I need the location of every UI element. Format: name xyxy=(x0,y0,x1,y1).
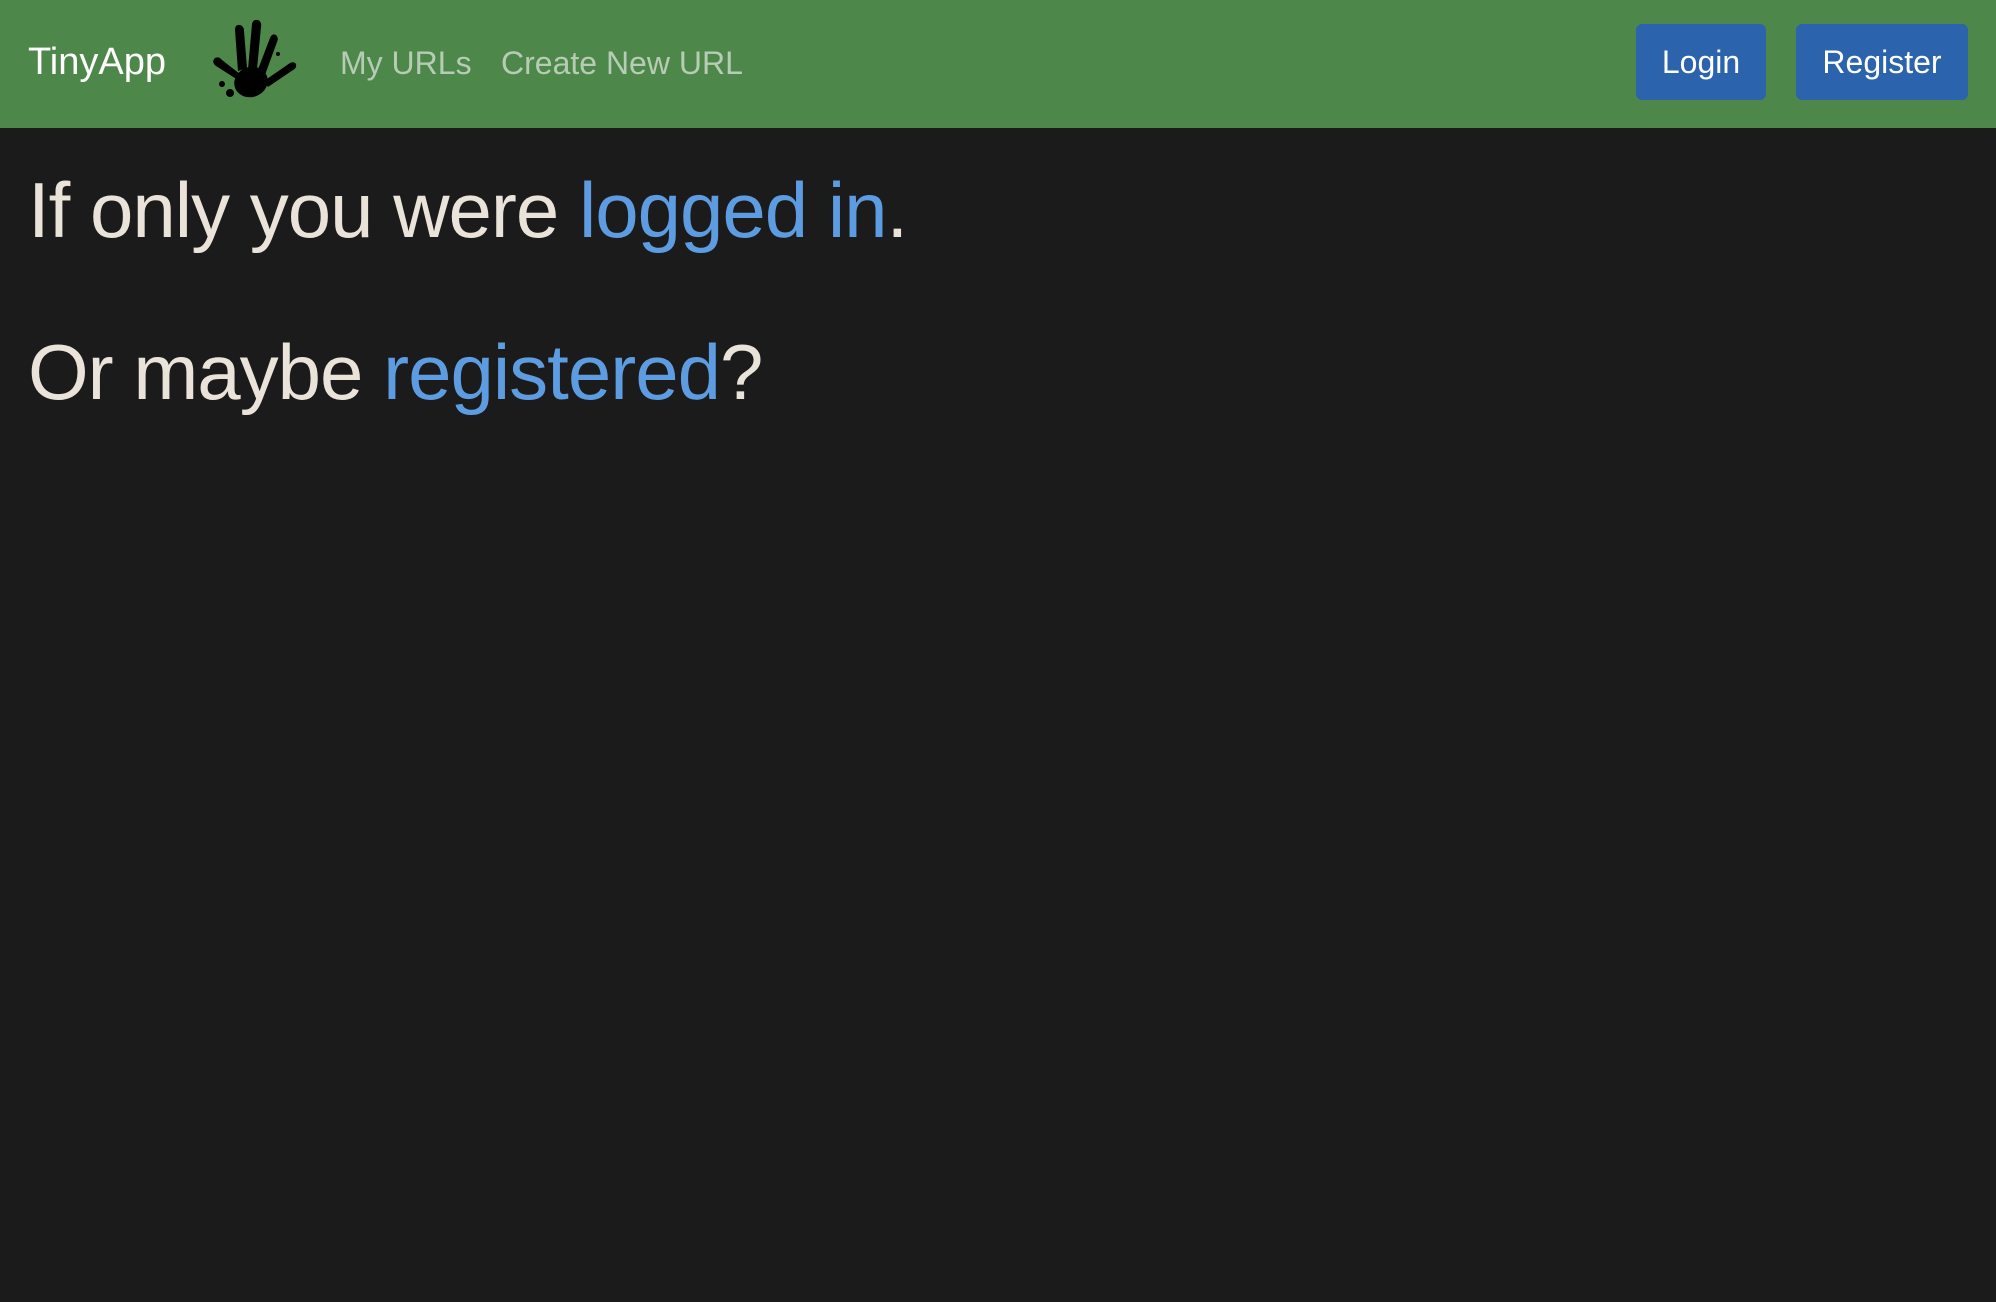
nav-create-new-url-link[interactable]: Create New URL xyxy=(501,42,743,84)
login-prompt-prefix: If only you were xyxy=(28,166,579,254)
register-prompt-suffix: ? xyxy=(719,328,763,416)
nav-my-urls-link[interactable]: My URLs xyxy=(340,42,472,84)
register-prompt-heading: Or maybe registered? xyxy=(28,324,763,420)
register-prompt-prefix: Or maybe xyxy=(28,328,384,416)
login-prompt-suffix: . xyxy=(886,166,909,254)
login-button[interactable]: Login xyxy=(1636,24,1766,100)
hand-print-icon xyxy=(208,18,298,108)
register-button[interactable]: Register xyxy=(1796,24,1968,100)
logged-in-link[interactable]: logged in xyxy=(579,166,888,254)
login-prompt-heading: If only you were logged in. xyxy=(28,162,909,258)
navbar: TinyApp My URLs Create New URL Login Reg… xyxy=(0,0,1996,128)
brand-link[interactable]: TinyApp xyxy=(28,38,166,86)
registered-link[interactable]: registered xyxy=(383,328,721,416)
